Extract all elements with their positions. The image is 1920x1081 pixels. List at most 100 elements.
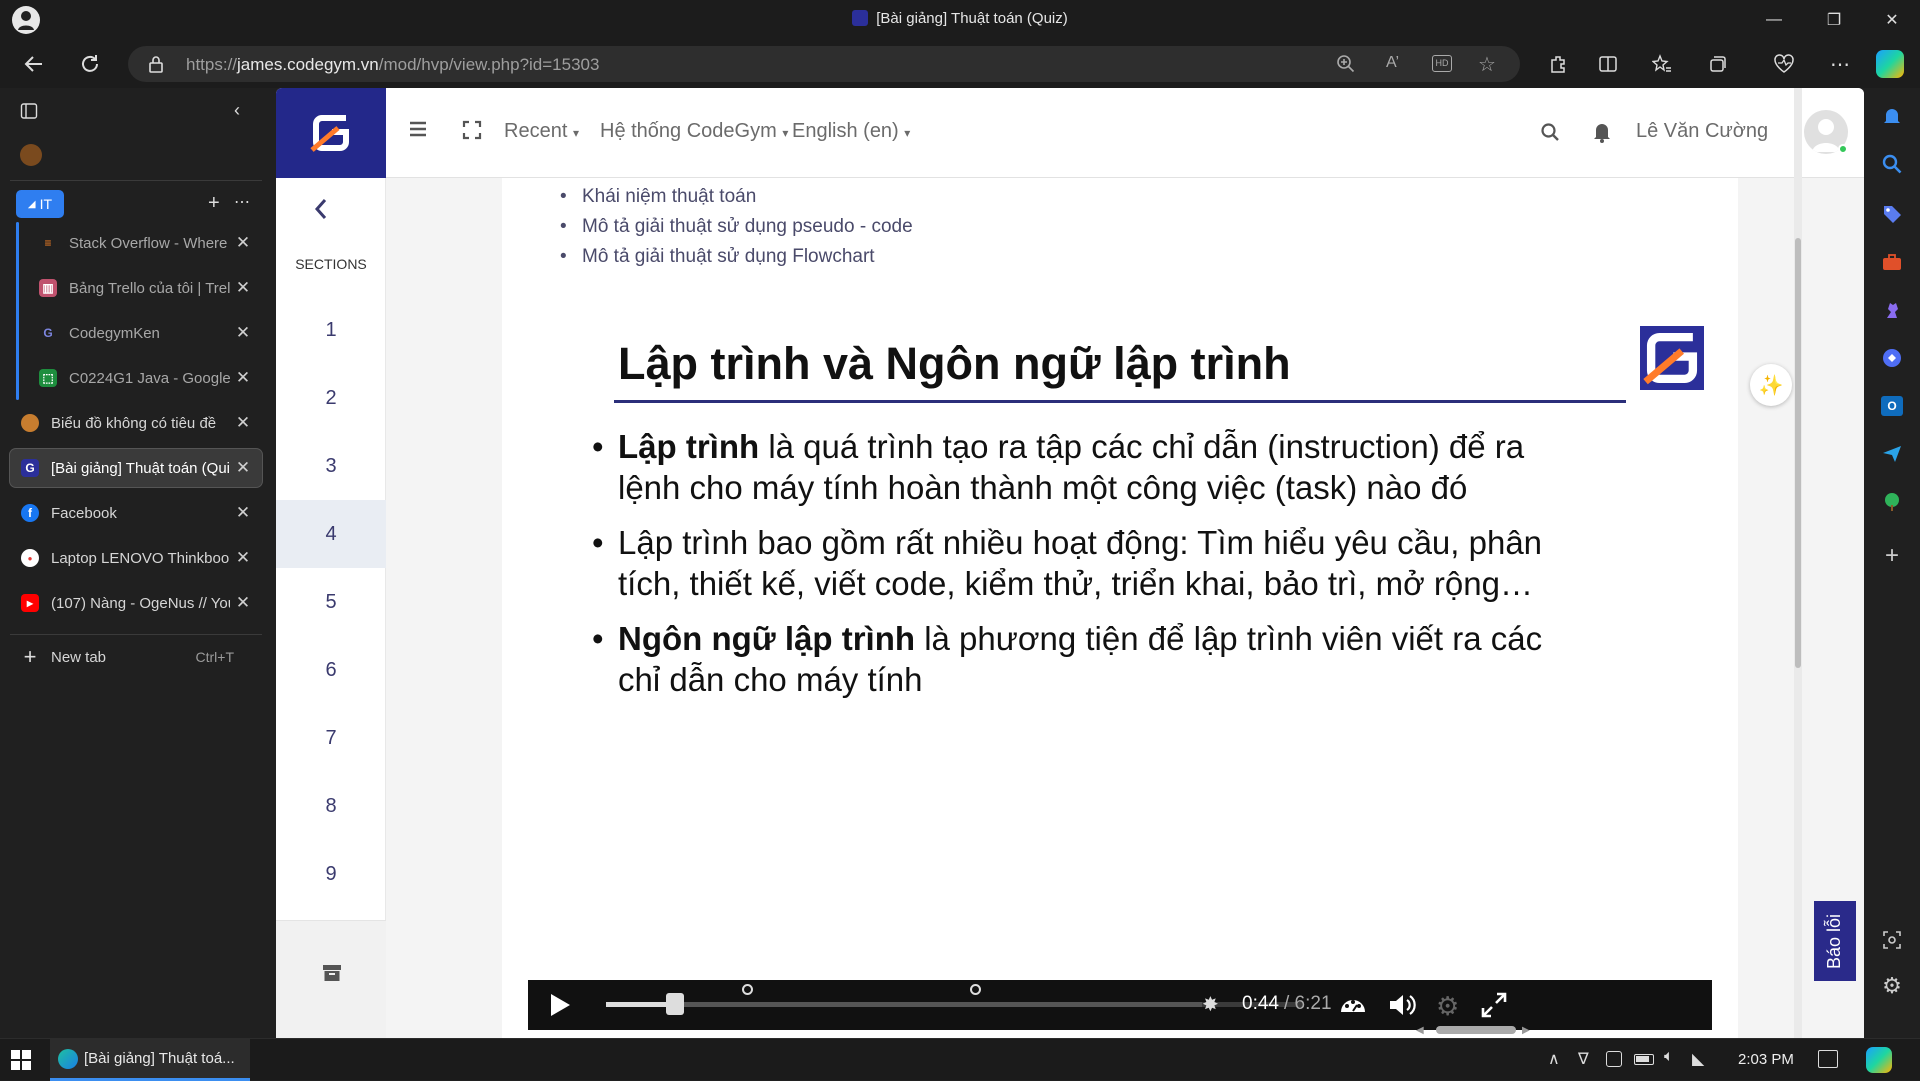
- tray-overflow-icon[interactable]: ∧: [1548, 1049, 1560, 1069]
- tree-icon[interactable]: [1878, 488, 1906, 516]
- section-link-active[interactable]: 4: [276, 500, 386, 568]
- zoom-icon[interactable]: [1336, 54, 1356, 74]
- user-name[interactable]: Lê Văn Cường: [1636, 120, 1768, 143]
- section-link[interactable]: 6: [276, 636, 386, 704]
- section-link[interactable]: 8: [276, 772, 386, 840]
- fullscreen-icon[interactable]: [1480, 991, 1508, 1019]
- favorites-icon[interactable]: [1644, 48, 1680, 80]
- close-tab-icon[interactable]: ✕: [230, 593, 256, 613]
- hamburger-menu-icon[interactable]: [408, 120, 428, 138]
- copilot-sidebar-icon[interactable]: [1878, 344, 1906, 372]
- page-scrollbar[interactable]: [1794, 88, 1802, 1038]
- shopping-tag-icon[interactable]: [1878, 200, 1906, 228]
- battery-icon[interactable]: [1634, 1054, 1654, 1065]
- wifi-icon[interactable]: ◣: [1692, 1049, 1704, 1069]
- close-tab-icon[interactable]: ✕: [230, 278, 256, 298]
- back-button[interactable]: [16, 48, 52, 80]
- copilot-taskbar-icon[interactable]: [1866, 1047, 1892, 1073]
- more-menu-icon[interactable]: ⋯: [1822, 48, 1858, 80]
- favorite-star-icon[interactable]: ☆: [1478, 52, 1496, 77]
- playback-speed-icon[interactable]: [1338, 990, 1368, 1020]
- sparkle-assistant-icon[interactable]: ✨: [1750, 364, 1792, 406]
- read-aloud-icon[interactable]: A’: [1386, 54, 1399, 72]
- close-tab-icon[interactable]: ✕: [230, 548, 256, 568]
- tab-item[interactable]: ≡ Stack Overflow - Where Developers Lear…: [28, 224, 262, 262]
- volume-icon[interactable]: [1388, 992, 1418, 1018]
- taskbar-app-edge[interactable]: [Bài giảng] Thuật toá...: [50, 1039, 250, 1081]
- horizontal-scrollbar[interactable]: ◀ ▶: [1416, 1024, 1816, 1036]
- meet-now-icon[interactable]: [1606, 1051, 1622, 1067]
- nav-recent-dropdown[interactable]: Recent ▾: [504, 120, 579, 143]
- seek-bar[interactable]: [606, 993, 1202, 1015]
- site-logo[interactable]: [276, 88, 386, 178]
- group-more-icon[interactable]: ⋯: [234, 192, 250, 212]
- sidebar-settings-icon[interactable]: ⚙: [1878, 972, 1906, 1000]
- new-tab-button[interactable]: + New tab Ctrl+T: [10, 638, 262, 676]
- tab-item[interactable]: ▥ Bảng Trello của tôi | Trello ✕: [28, 269, 262, 307]
- new-tab-in-group-button[interactable]: +: [208, 192, 220, 215]
- tab-item[interactable]: G CodegymKen ✕: [28, 314, 262, 352]
- archive-icon[interactable]: [322, 964, 342, 982]
- language-dropdown[interactable]: English (en) ▾: [792, 120, 910, 143]
- collapse-panel-icon[interactable]: ‹: [234, 100, 240, 121]
- tab-item[interactable]: ● Laptop LENOVO Thinkbook ✕: [10, 539, 262, 577]
- section-link[interactable]: 2: [276, 364, 386, 432]
- chevron-left-icon[interactable]: [314, 198, 328, 220]
- tab-item[interactable]: Biểu đồ không có tiêu đề ✕: [10, 404, 262, 442]
- tab-group-label[interactable]: ◢ IT: [16, 190, 64, 218]
- tools-briefcase-icon[interactable]: [1878, 248, 1906, 276]
- screenshot-icon[interactable]: [1878, 926, 1906, 954]
- action-center-icon[interactable]: [1818, 1050, 1838, 1068]
- vpn-icon[interactable]: ∇: [1578, 1049, 1589, 1069]
- extensions-icon[interactable]: [1540, 48, 1576, 80]
- bookmark-marker[interactable]: [970, 984, 981, 995]
- tab-item[interactable]: ⬚ C0224G1 Java - Google Sheets ✕: [28, 359, 262, 397]
- seek-handle[interactable]: [665, 993, 684, 1015]
- endscreen-star-icon[interactable]: ✸: [1202, 992, 1219, 1017]
- url-text[interactable]: https://james.codegym.vn/mod/hvp/view.ph…: [186, 55, 599, 75]
- search-icon[interactable]: [1540, 122, 1560, 142]
- scrollbar-thumb[interactable]: [1795, 238, 1801, 668]
- games-icon[interactable]: [1878, 296, 1906, 324]
- windows-start-icon[interactable]: [10, 1049, 32, 1071]
- search-sidebar-icon[interactable]: [1878, 150, 1906, 178]
- collections-icon[interactable]: [1700, 48, 1736, 80]
- tab-item[interactable]: ▶ (107) Nàng - OgeNus // YouTube ✕: [10, 584, 262, 622]
- hd-icon[interactable]: HD: [1432, 55, 1452, 72]
- volume-tray-icon[interactable]: 🔈︎: [1664, 1048, 1674, 1066]
- fullscreen-toggle-icon[interactable]: [462, 120, 482, 140]
- maximize-button[interactable]: ❐: [1806, 0, 1862, 40]
- section-link[interactable]: 9: [276, 840, 386, 908]
- nav-system-dropdown[interactable]: Hệ thống CodeGym ▾: [600, 120, 788, 143]
- settings-gear-icon[interactable]: ⚙: [1436, 991, 1459, 1022]
- split-screen-icon[interactable]: [1590, 48, 1626, 80]
- close-tab-icon[interactable]: ✕: [230, 368, 256, 388]
- play-button[interactable]: [548, 992, 572, 1018]
- performance-icon[interactable]: [1766, 48, 1802, 80]
- add-sidebar-app-icon[interactable]: +: [1878, 542, 1906, 570]
- tab-actions-icon[interactable]: [20, 102, 38, 120]
- close-tab-icon[interactable]: ✕: [230, 458, 256, 478]
- tab-item-active[interactable]: G [Bài giảng] Thuật toán (Quiz) ✕: [10, 449, 262, 487]
- section-link[interactable]: 3: [276, 432, 386, 500]
- minimize-button[interactable]: —: [1746, 0, 1802, 40]
- workspace-icon[interactable]: [20, 144, 42, 166]
- notification-bell-icon[interactable]: [1592, 121, 1612, 143]
- close-tab-icon[interactable]: ✕: [230, 233, 256, 253]
- section-link[interactable]: 1: [276, 296, 386, 364]
- close-window-button[interactable]: ✕: [1864, 0, 1920, 40]
- copilot-icon[interactable]: [1876, 50, 1904, 78]
- outlook-icon[interactable]: O: [1878, 392, 1906, 420]
- notifications-icon[interactable]: [1878, 102, 1906, 130]
- send-icon[interactable]: [1878, 440, 1906, 468]
- report-error-button[interactable]: Báo lỗi: [1814, 901, 1856, 981]
- lock-icon[interactable]: [148, 55, 164, 73]
- reload-button[interactable]: [72, 48, 108, 80]
- section-link[interactable]: 5: [276, 568, 386, 636]
- clock[interactable]: 2:03 PM: [1738, 1051, 1794, 1068]
- address-bar[interactable]: https://james.codegym.vn/mod/hvp/view.ph…: [128, 46, 1520, 82]
- tab-item[interactable]: f Facebook ✕: [10, 494, 262, 532]
- close-tab-icon[interactable]: ✕: [230, 323, 256, 343]
- hscroll-thumb[interactable]: [1436, 1026, 1516, 1034]
- bookmark-marker[interactable]: [742, 984, 753, 995]
